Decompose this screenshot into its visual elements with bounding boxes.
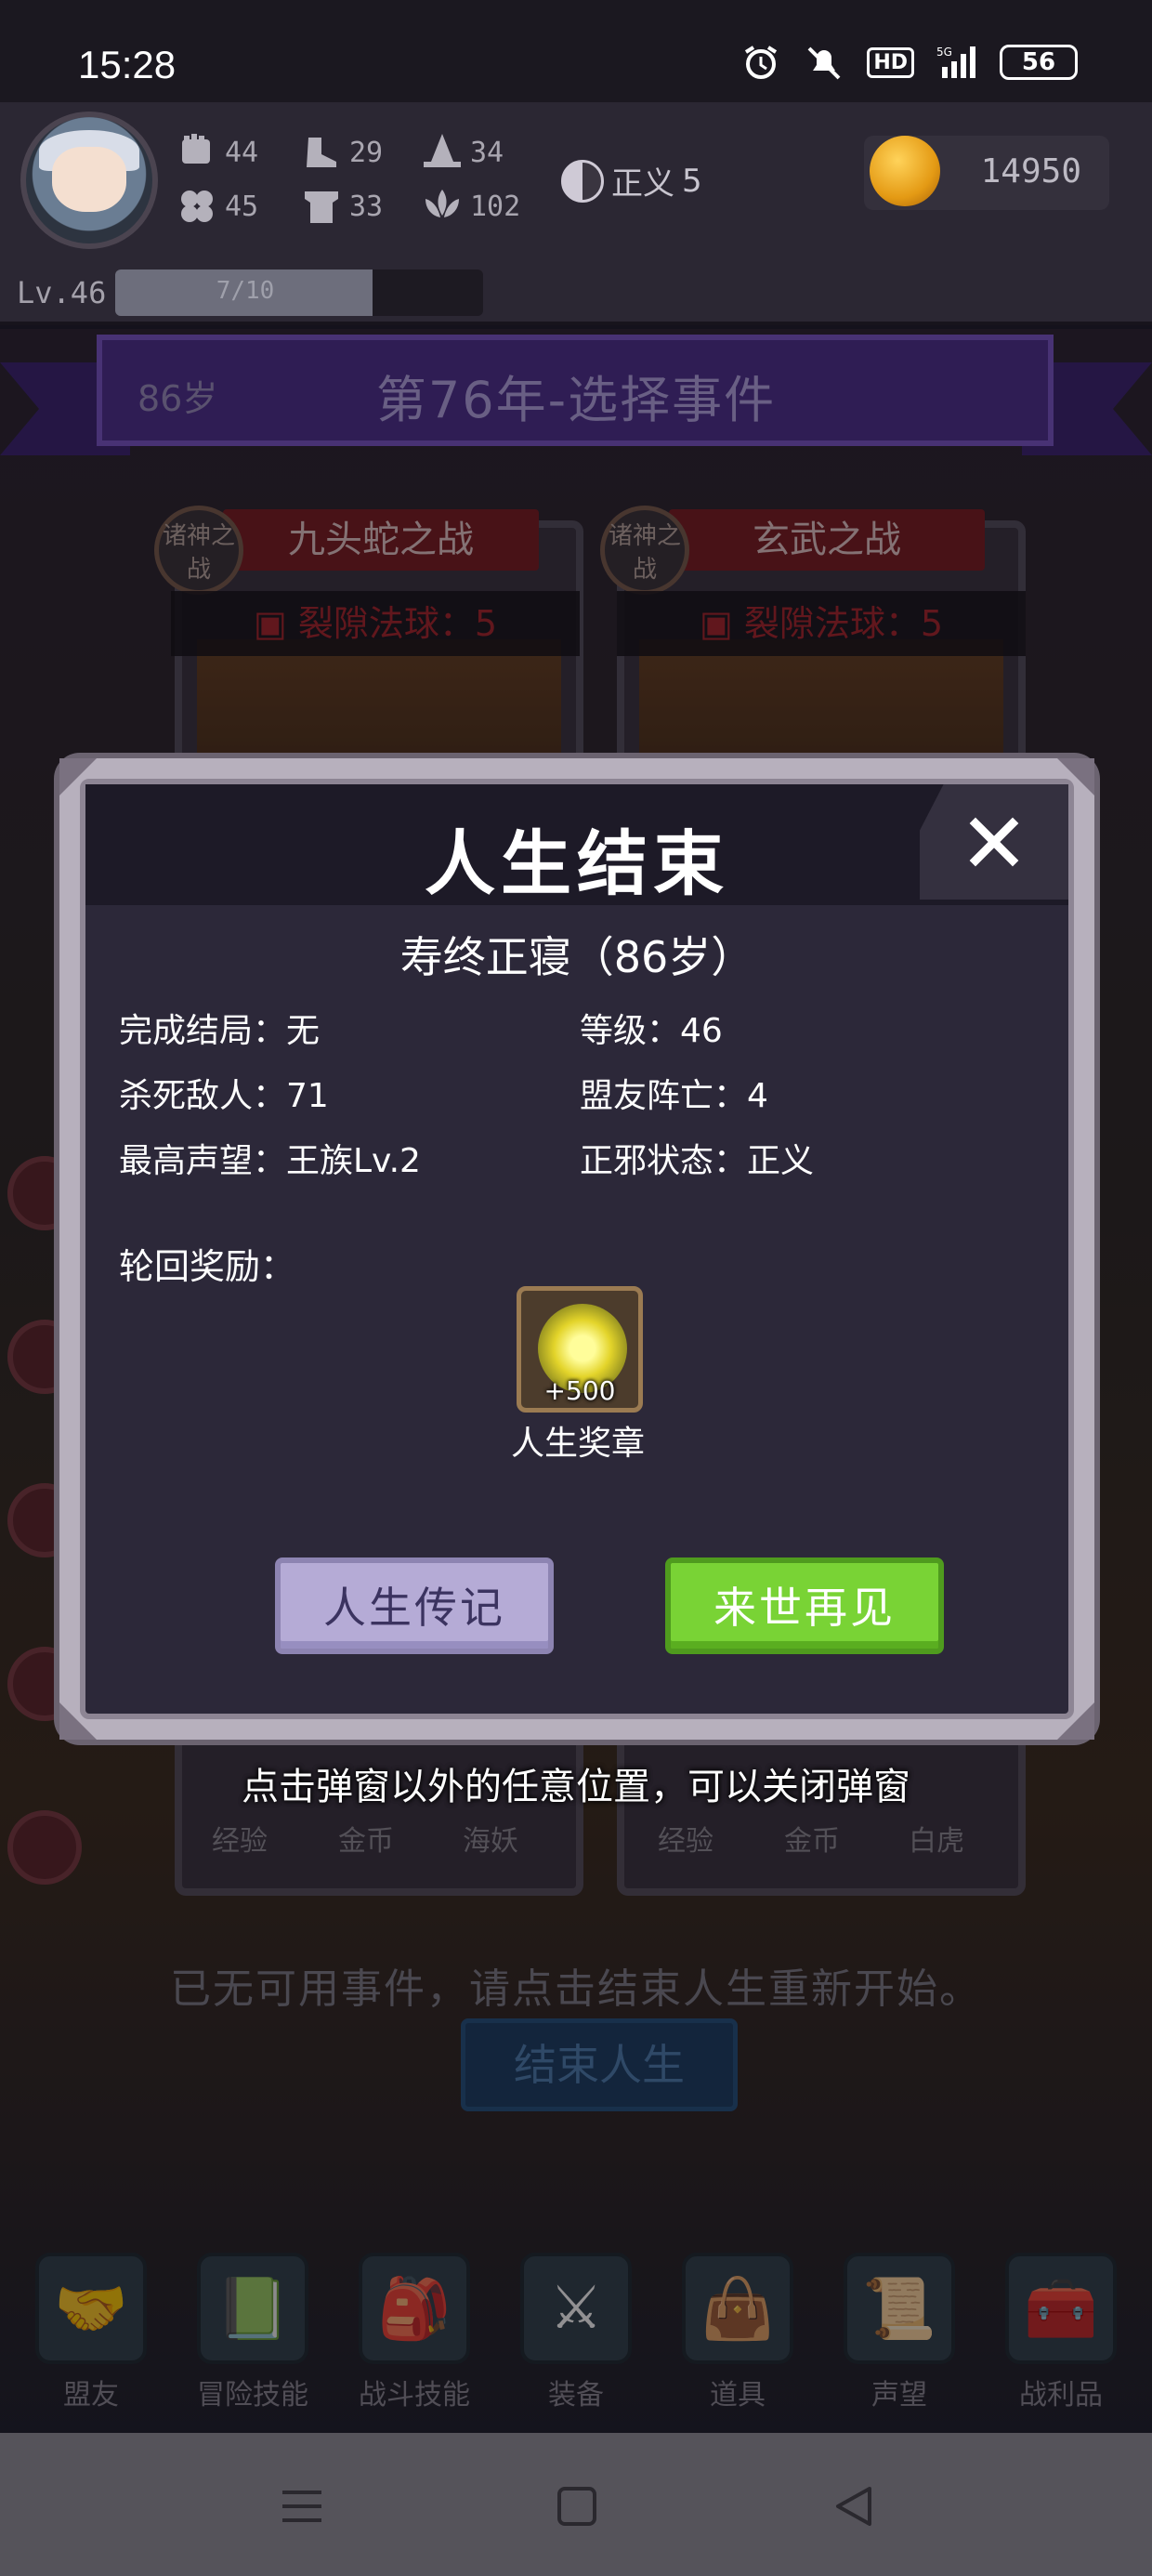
summary-kills: 杀死敌人：71 [119, 1077, 329, 1115]
gold-coin-icon [870, 136, 940, 206]
alignment-value: 5 [682, 162, 702, 200]
stat-magic: 34 [420, 132, 504, 173]
avatar-face [52, 147, 126, 212]
summary-ally-deaths: 盟友阵亡：4 [580, 1077, 768, 1115]
armor-icon [305, 191, 338, 223]
status-bar: 15:28 HD 5G 56 [0, 0, 1152, 102]
status-time: 15:28 [78, 43, 177, 86]
alarm-icon [745, 46, 778, 79]
status-icons: HD 5G 56 [740, 45, 1078, 80]
close-icon [969, 817, 1019, 867]
clover-icon [181, 191, 213, 222]
battery-icon: 56 [1000, 45, 1078, 80]
life-end-modal: 人生结束 寿终正寝（86岁） 完成结局：无 等级：46 杀死敌人：71 盟友阵亡… [59, 758, 1094, 1740]
next-life-button[interactable]: 来世再见 [665, 1557, 944, 1654]
stat-value: 102 [470, 190, 521, 223]
death-reason: 寿终正寝（86岁） [399, 932, 754, 982]
stat-value: 29 [349, 136, 384, 169]
menu-icon[interactable] [279, 2485, 325, 2528]
system-nav-bar [0, 2433, 1152, 2576]
biography-button[interactable]: 人生传记 [275, 1557, 554, 1654]
home-icon[interactable] [556, 2485, 598, 2528]
stat-value: 34 [470, 136, 504, 169]
modal-body: 人生结束 寿终正寝（86岁） 完成结局：无 等级：46 杀死敌人：71 盟友阵亡… [80, 779, 1074, 1719]
stat-agility: 29 [299, 132, 383, 173]
reincarnation-reward-label: 轮回奖励： [119, 1246, 296, 1287]
gold-counter[interactable]: 14950 [864, 136, 1109, 210]
back-icon[interactable] [832, 2485, 875, 2528]
modal-header: 人生结束 [85, 784, 1068, 905]
close-button[interactable] [920, 784, 1068, 900]
xp-bar: 7/10 [115, 269, 483, 316]
player-hud: 44 29 34 45 33 102 正义 5 14950 Lv.46 7/10 [0, 102, 1152, 325]
gold-value: 14950 [980, 152, 1081, 191]
stat-luck: 45 [175, 186, 258, 227]
summary-ending: 完成结局：无 [119, 1012, 321, 1050]
alignment-indicator[interactable]: 正义 5 [561, 158, 702, 204]
stat-spirit: 102 [420, 186, 520, 227]
xp-text: 7/10 [216, 277, 275, 305]
medal-amount: +500 [543, 1375, 616, 1406]
summary-level: 等级：46 [580, 1012, 723, 1050]
stat-value: 44 [225, 136, 259, 169]
fist-icon [182, 134, 210, 164]
close-modal-tip: 点击弹窗以外的任意位置，可以关闭弹窗 [242, 1766, 910, 1808]
hd-icon: HD [867, 46, 914, 78]
player-level: Lv.46 [17, 275, 107, 310]
yin-yang-icon [561, 159, 604, 203]
alignment-label: 正义 [611, 165, 674, 203]
svg-text:5G: 5G [936, 46, 952, 59]
wizard-hat-icon [424, 134, 461, 167]
battery-level: 56 [1021, 48, 1056, 76]
stat-value: 45 [225, 190, 259, 223]
stat-strength: 44 [175, 132, 258, 173]
lotus-icon [425, 190, 459, 217]
mute-icon [807, 46, 841, 80]
boot-icon [307, 138, 336, 167]
avatar[interactable] [20, 112, 158, 249]
life-medal-reward[interactable]: +500 [517, 1286, 643, 1413]
signal-icon: 5G [936, 46, 975, 78]
stat-defense: 33 [299, 186, 383, 227]
summary-reputation: 最高声望：王族Lv.2 [119, 1142, 421, 1180]
stat-value: 33 [349, 190, 384, 223]
medal-name: 人生奖章 [510, 1425, 645, 1463]
life-summary: 完成结局：无 等级：46 杀死敌人：71 盟友阵亡：4 最高声望：王族Lv.2 … [119, 1004, 1048, 1182]
summary-alignment: 正邪状态：正义 [580, 1142, 815, 1180]
